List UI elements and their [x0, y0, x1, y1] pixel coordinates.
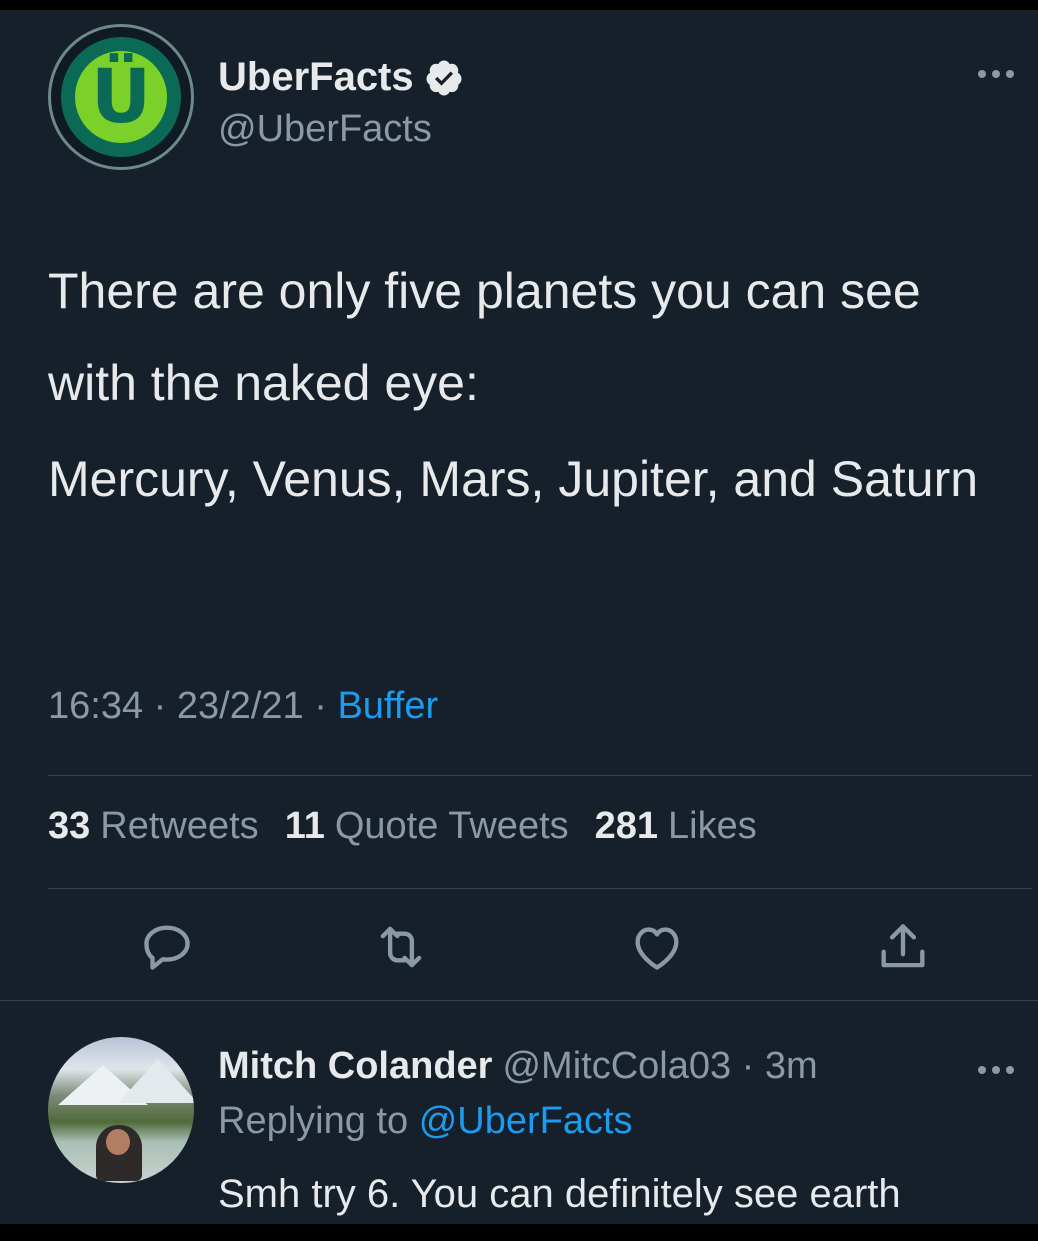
- more-options-icon[interactable]: [978, 66, 1026, 82]
- verified-badge-icon: [426, 60, 462, 95]
- tweet-action-bar: [0, 910, 1038, 980]
- divider: [48, 775, 1032, 776]
- reply-time[interactable]: 3m: [765, 1045, 818, 1087]
- retweets-stat[interactable]: 33 Retweets: [48, 805, 259, 848]
- quote-tweets-stat[interactable]: 11 Quote Tweets: [285, 805, 569, 848]
- reply-author-handle[interactable]: @MitcCola03: [502, 1045, 731, 1087]
- tweet-date[interactable]: 23/2/21: [177, 685, 304, 727]
- retweet-icon[interactable]: [372, 918, 430, 976]
- replying-to: Replying to @UberFacts: [218, 1100, 633, 1143]
- replying-prefix: Replying to: [218, 1100, 409, 1142]
- reply-text: Smh try 6. You can definitely see earth: [218, 1172, 901, 1216]
- author-name[interactable]: UberFacts: [218, 55, 414, 100]
- uberfacts-avatar[interactable]: Ü: [48, 24, 194, 170]
- tweet-stats: 33 Retweets 11 Quote Tweets 281 Likes: [48, 805, 757, 848]
- reply-author-avatar[interactable]: [48, 1037, 194, 1183]
- reply-more-options-icon[interactable]: [978, 1062, 1026, 1078]
- meta-separator: ·: [303, 685, 338, 727]
- tweet-source-link[interactable]: Buffer: [337, 685, 438, 727]
- tweet-meta: 16:34 · 23/2/21 · Buffer: [48, 685, 438, 728]
- meta-separator: ·: [143, 685, 177, 727]
- reply-header: Mitch Colander @MitcCola03 · 3m: [218, 1045, 818, 1088]
- uberfacts-logo: Ü: [75, 51, 167, 143]
- tweet-text: There are only five planets you can see …: [48, 245, 1008, 525]
- author-handle[interactable]: @UberFacts: [218, 108, 432, 151]
- reply-separator: ·: [731, 1045, 765, 1087]
- tweet-detail-screen: Ü UberFacts @UberFacts There are only fi…: [0, 10, 1038, 1224]
- reply-author-name[interactable]: Mitch Colander: [218, 1045, 492, 1087]
- likes-stat[interactable]: 281 Likes: [595, 805, 757, 848]
- replying-to-mention[interactable]: @UberFacts: [419, 1100, 633, 1142]
- tweet-paragraph: Mercury, Venus, Mars, Jupiter, and Satur…: [48, 451, 979, 507]
- tweet-paragraph: There are only five planets you can see …: [48, 263, 921, 411]
- tweet-time[interactable]: 16:34: [48, 685, 143, 727]
- like-icon[interactable]: [628, 918, 686, 976]
- reply-icon[interactable]: [138, 918, 196, 976]
- divider: [0, 1000, 1038, 1001]
- share-icon[interactable]: [874, 918, 932, 976]
- author-name-row[interactable]: UberFacts: [218, 55, 464, 100]
- divider: [48, 888, 1032, 889]
